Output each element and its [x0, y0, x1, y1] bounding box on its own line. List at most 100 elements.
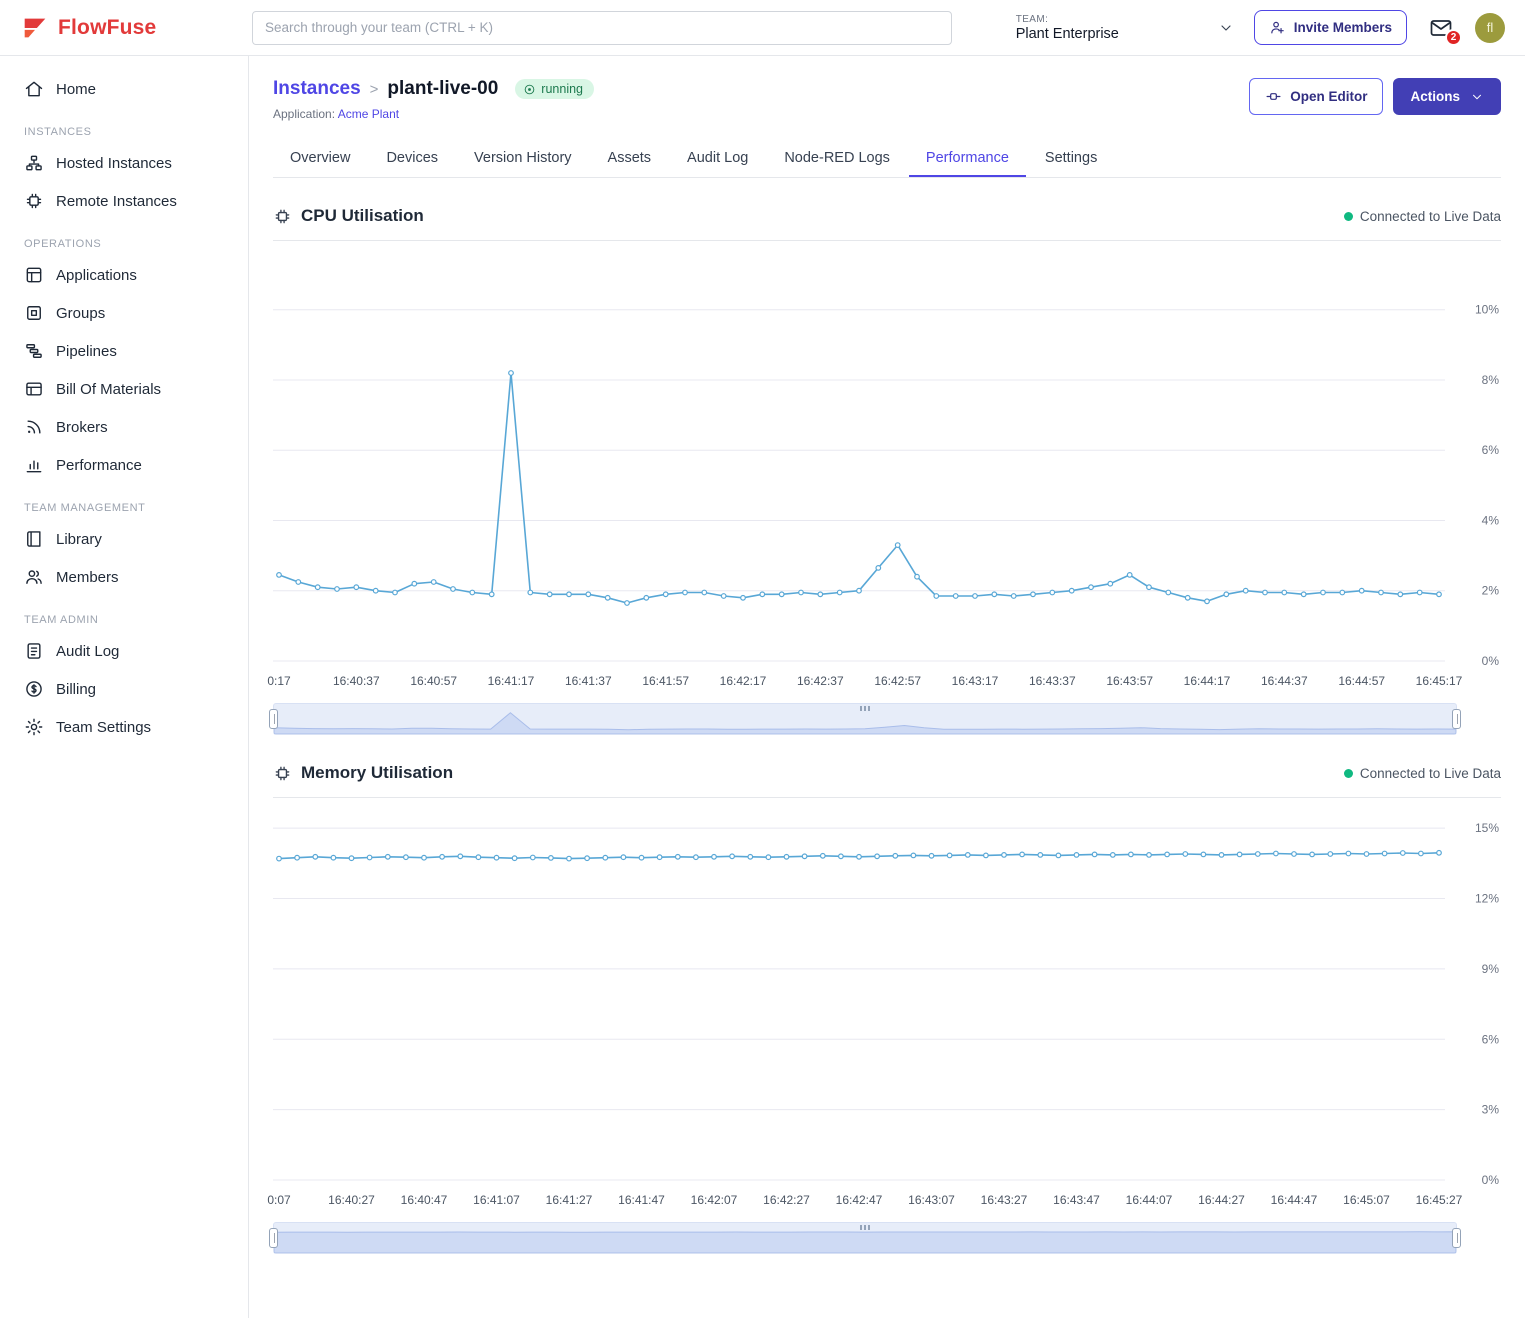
instance-tabs: OverviewDevicesVersion HistoryAssetsAudi… — [273, 139, 1501, 178]
tab-overview[interactable]: Overview — [273, 139, 367, 177]
actions-button[interactable]: Actions — [1393, 78, 1501, 115]
memory-line-chart: 0%3%6%9%12%15%0:0716:40:2716:40:4716:41:… — [273, 800, 1501, 1212]
sidebar-item-home[interactable]: Home — [0, 70, 248, 108]
sidebar-item-members[interactable]: Members — [0, 558, 248, 596]
svg-text:2%: 2% — [1482, 584, 1500, 598]
chevron-down-icon — [1218, 20, 1234, 36]
open-editor-label: Open Editor — [1290, 89, 1367, 104]
notifications-button[interactable]: 2 — [1427, 16, 1455, 40]
team-selector[interactable]: TEAM: Plant Enterprise — [1016, 14, 1234, 42]
svg-text:16:44:27: 16:44:27 — [1198, 1193, 1245, 1207]
application-link[interactable]: Acme Plant — [338, 107, 399, 121]
sidebar-item-pipelines[interactable]: Pipelines — [0, 332, 248, 370]
library-icon — [24, 529, 44, 549]
breadcrumb-instances-link[interactable]: Instances — [273, 78, 361, 100]
sidebar-item-applications[interactable]: Applications — [0, 256, 248, 294]
svg-text:8%: 8% — [1482, 373, 1500, 387]
svg-text:16:40:57: 16:40:57 — [410, 674, 457, 688]
svg-text:9%: 9% — [1482, 962, 1500, 976]
svg-text:16:42:17: 16:42:17 — [720, 674, 767, 688]
bom-icon — [24, 379, 44, 399]
svg-text:16:44:57: 16:44:57 — [1338, 674, 1385, 688]
cpu-navigator[interactable] — [273, 703, 1457, 735]
memory-chart-header: Memory Utilisation Connected to Live Dat… — [273, 753, 1501, 798]
cpu-chart-section: CPU Utilisation Connected to Live Data 0… — [273, 196, 1501, 735]
svg-text:16:40:27: 16:40:27 — [328, 1193, 375, 1207]
sidebar-item-label: Brokers — [56, 419, 108, 436]
sidebar-section-title-team-admin: TEAM ADMIN — [0, 596, 248, 632]
sidebar-item-billing[interactable]: Billing — [0, 670, 248, 708]
sidebar-item-performance[interactable]: Performance — [0, 446, 248, 484]
memory-navigator[interactable] — [273, 1222, 1457, 1254]
svg-text:16:41:57: 16:41:57 — [642, 674, 689, 688]
breadcrumb-separator: > — [370, 81, 379, 98]
breadcrumb: Instances > plant-live-00 running — [273, 78, 594, 100]
memory-navigator-left-handle[interactable] — [269, 1228, 278, 1248]
tab-performance[interactable]: Performance — [909, 139, 1026, 177]
sidebar-item-brokers[interactable]: Brokers — [0, 408, 248, 446]
brand-home-link[interactable]: FlowFuse — [20, 13, 252, 43]
sidebar-item-remote-instances[interactable]: Remote Instances — [0, 182, 248, 220]
memory-chart-title: Memory Utilisation — [301, 763, 453, 783]
cpu-navigator-left-handle[interactable] — [269, 709, 278, 729]
svg-text:16:43:17: 16:43:17 — [952, 674, 999, 688]
user-avatar[interactable]: fl — [1475, 13, 1505, 43]
sidebar-item-hosted-instances[interactable]: Hosted Instances — [0, 144, 248, 182]
chevron-down-icon — [1470, 90, 1484, 104]
invite-members-button[interactable]: Invite Members — [1254, 10, 1407, 45]
team-label: TEAM: — [1016, 14, 1119, 25]
hosted-icon — [24, 153, 44, 173]
billing-icon — [24, 679, 44, 699]
cpu-live-status: Connected to Live Data — [1344, 209, 1501, 224]
cpu-navigator-grip[interactable] — [860, 706, 870, 711]
memory-chart-section: Memory Utilisation Connected to Live Dat… — [273, 753, 1501, 1254]
sidebar-item-audit-log[interactable]: Audit Log — [0, 632, 248, 670]
notification-badge: 2 — [1445, 29, 1462, 46]
brand-name: FlowFuse — [58, 16, 156, 40]
memory-navigator-grip[interactable] — [860, 1225, 870, 1230]
svg-text:12%: 12% — [1475, 892, 1499, 906]
sidebar-item-groups[interactable]: Groups — [0, 294, 248, 332]
tab-devices[interactable]: Devices — [369, 139, 455, 177]
topbar-right: TEAM: Plant Enterprise Invite Members 2 … — [1016, 10, 1505, 45]
svg-text:16:43:37: 16:43:37 — [1029, 674, 1076, 688]
svg-text:3%: 3% — [1482, 1103, 1500, 1117]
svg-text:16:45:17: 16:45:17 — [1416, 674, 1463, 688]
memory-navigator-right-handle[interactable] — [1452, 1228, 1461, 1248]
sidebar-item-label: Performance — [56, 457, 142, 474]
audit-icon — [24, 641, 44, 661]
cpu-live-label: Connected to Live Data — [1360, 209, 1501, 224]
sidebar-item-team-settings[interactable]: Team Settings — [0, 708, 248, 746]
sidebar-section-title-operations: OPERATIONS — [0, 220, 248, 256]
svg-text:16:44:47: 16:44:47 — [1271, 1193, 1318, 1207]
tab-settings[interactable]: Settings — [1028, 139, 1114, 177]
sidebar-item-label: Library — [56, 531, 102, 548]
open-editor-button[interactable]: Open Editor — [1249, 78, 1383, 115]
tab-version-history[interactable]: Version History — [457, 139, 589, 177]
svg-text:6%: 6% — [1482, 443, 1500, 457]
application-label: Application: — [273, 107, 335, 121]
sidebar-item-label: Groups — [56, 305, 105, 322]
team-search-input[interactable] — [252, 11, 952, 45]
sidebar: HomeINSTANCESHosted InstancesRemote Inst… — [0, 56, 249, 1318]
sidebar-item-bill-of-materials[interactable]: Bill Of Materials — [0, 370, 248, 408]
tab-audit-log[interactable]: Audit Log — [670, 139, 765, 177]
instance-name: plant-live-00 — [387, 78, 498, 100]
svg-text:16:45:07: 16:45:07 — [1343, 1193, 1390, 1207]
svg-text:16:42:47: 16:42:47 — [836, 1193, 883, 1207]
svg-text:16:45:27: 16:45:27 — [1416, 1193, 1463, 1207]
cpu-navigator-right-handle[interactable] — [1452, 709, 1461, 729]
svg-text:10%: 10% — [1475, 303, 1499, 317]
groups-icon — [24, 303, 44, 323]
memory-plot: 0%3%6%9%12%15%0:0716:40:2716:40:4716:41:… — [273, 800, 1501, 1212]
sidebar-item-library[interactable]: Library — [0, 520, 248, 558]
memory-icon — [273, 764, 292, 783]
svg-text:16:41:37: 16:41:37 — [565, 674, 612, 688]
svg-text:16:43:27: 16:43:27 — [981, 1193, 1028, 1207]
tab-assets[interactable]: Assets — [591, 139, 669, 177]
members-icon — [24, 567, 44, 587]
remote-icon — [24, 191, 44, 211]
svg-text:0:07: 0:07 — [267, 1193, 291, 1207]
tab-node-red-logs[interactable]: Node-RED Logs — [767, 139, 907, 177]
sidebar-item-label: Remote Instances — [56, 193, 177, 210]
